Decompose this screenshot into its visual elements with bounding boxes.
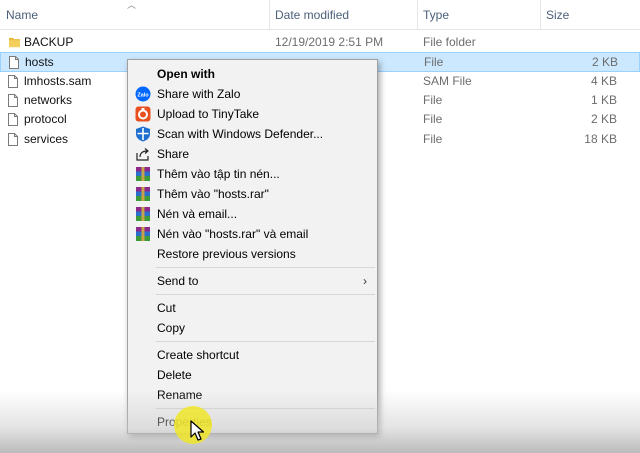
menu-item-add-hosts-rar[interactable]: Thêm vào "hosts.rar" [128, 184, 377, 204]
menu-separator [156, 341, 375, 342]
menu-item-label: Send to [157, 274, 199, 288]
menu-item-share[interactable]: Share [128, 144, 377, 164]
file-name: networks [24, 93, 73, 107]
menu-item-create-shortcut[interactable]: Create shortcut [128, 345, 377, 365]
menu-item-restore-previous[interactable]: Restore previous versions [128, 244, 377, 264]
mouse-pointer-icon [190, 420, 205, 441]
menu-item-label: Rename [157, 388, 203, 402]
context-menu: Open with Zalo Share with Zalo Upload to… [127, 59, 378, 434]
menu-item-label: Copy [157, 321, 186, 335]
file-icon [8, 113, 18, 126]
menu-item-label: Nén và email... [157, 207, 238, 221]
file-name: protocol [24, 112, 67, 126]
chevron-right-icon: › [363, 274, 367, 288]
menu-item-label: Share [157, 147, 190, 161]
file-name: hosts [25, 55, 54, 69]
menu-item-label: Delete [157, 368, 192, 382]
file-size: 2 KB [590, 112, 617, 126]
menu-item-delete[interactable]: Delete [128, 365, 377, 385]
menu-item-rename[interactable]: Rename [128, 385, 377, 405]
tinytake-icon [135, 106, 151, 122]
file-type: File [423, 93, 443, 107]
file-type: File [424, 55, 444, 69]
sort-up-icon: ︿ [127, 0, 137, 10]
column-header: Name ︿ Date modified Type Size [0, 0, 640, 30]
menu-item-send-to[interactable]: Send to › [128, 271, 377, 291]
menu-item-label: Create shortcut [157, 348, 240, 362]
file-type: File [423, 112, 443, 126]
menu-item-copy[interactable]: Copy [128, 318, 377, 338]
file-icon [8, 94, 18, 107]
menu-item-upload-tinytake[interactable]: Upload to TinyTake [128, 104, 377, 124]
file-row[interactable]: BACKUP 12/19/2019 2:51 PM File folder [0, 33, 640, 53]
menu-item-label: Open with [157, 67, 215, 81]
menu-item-scan-defender[interactable]: Scan with Windows Defender... [128, 124, 377, 144]
menu-item-label: Share with Zalo [157, 87, 241, 101]
winrar-icon [136, 227, 150, 241]
menu-item-share-zalo[interactable]: Zalo Share with Zalo [128, 84, 377, 104]
menu-item-label: Upload to TinyTake [157, 107, 260, 121]
menu-separator [156, 267, 375, 268]
menu-item-compress-email[interactable]: Nén và email... [128, 204, 377, 224]
windows-defender-icon [136, 126, 150, 142]
file-size: 4 KB [590, 74, 617, 88]
menu-item-label: Thêm vào tập tin nén... [157, 167, 280, 181]
menu-item-properties[interactable]: Properties [128, 412, 377, 432]
file-size: 18 KB [584, 132, 617, 146]
menu-item-label: Nén vào "hosts.rar" và email [157, 227, 309, 241]
column-size-header[interactable]: Size [540, 0, 569, 30]
file-icon [8, 75, 18, 88]
winrar-icon [136, 207, 150, 221]
winrar-icon [136, 187, 150, 201]
winrar-icon [136, 167, 150, 181]
column-type-header[interactable]: Type [417, 0, 449, 30]
file-type: SAM File [423, 74, 472, 88]
column-name-header[interactable]: Name [0, 0, 38, 30]
file-name: services [24, 132, 69, 146]
file-type: File folder [423, 35, 476, 49]
menu-item-label: Scan with Windows Defender... [157, 127, 324, 141]
menu-item-label: Cut [157, 301, 176, 315]
zalo-icon: Zalo [135, 86, 151, 102]
svg-text:Zalo: Zalo [137, 93, 149, 99]
menu-item-label: Restore previous versions [157, 247, 296, 261]
share-icon [136, 148, 149, 161]
file-date: 12/19/2019 2:51 PM [275, 35, 384, 49]
column-date-header[interactable]: Date modified [269, 0, 349, 30]
file-type: File [423, 132, 443, 146]
file-icon [9, 56, 19, 69]
menu-item-label: Thêm vào "hosts.rar" [157, 187, 269, 201]
menu-item-open-with[interactable]: Open with [128, 64, 377, 84]
menu-item-cut[interactable]: Cut [128, 298, 377, 318]
file-icon [8, 133, 18, 146]
file-size: 2 KB [591, 55, 618, 69]
file-size: 1 KB [590, 93, 617, 107]
menu-item-compress-rar-email[interactable]: Nén vào "hosts.rar" và email [128, 224, 377, 244]
file-name: BACKUP [24, 35, 74, 49]
file-name: lmhosts.sam [24, 74, 92, 88]
folder-icon [9, 37, 20, 48]
menu-item-add-archive[interactable]: Thêm vào tập tin nén... [128, 164, 377, 184]
menu-separator [156, 294, 375, 295]
